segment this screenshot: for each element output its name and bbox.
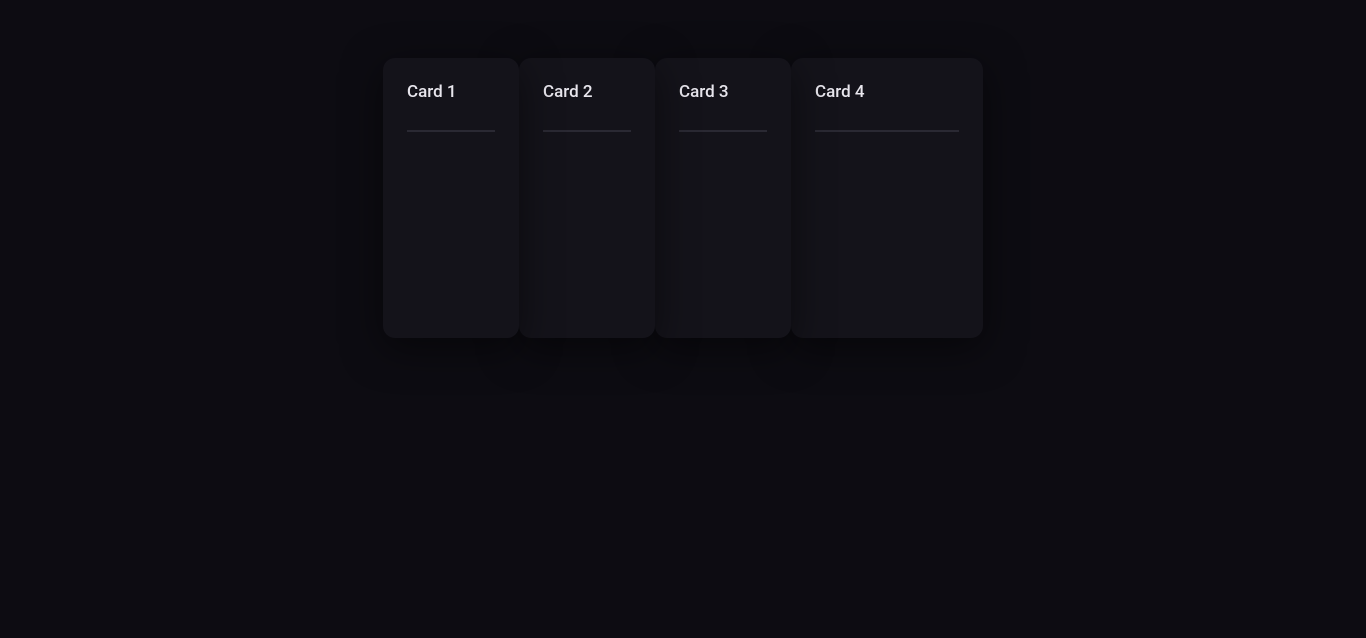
- card-1[interactable]: Card 1: [383, 58, 519, 338]
- card-title: Card 3: [679, 82, 767, 102]
- card-divider: [679, 130, 767, 132]
- card-divider: [407, 130, 495, 132]
- card-3[interactable]: Card 3: [655, 58, 791, 338]
- card-title: Card 4: [815, 82, 959, 102]
- card-container: Card 1 Card 2 Card 3 Card 4: [383, 58, 983, 338]
- card-title: Card 1: [407, 82, 495, 102]
- card-title: Card 2: [543, 82, 631, 102]
- card-2[interactable]: Card 2: [519, 58, 655, 338]
- card-4[interactable]: Card 4: [791, 58, 983, 338]
- card-divider: [543, 130, 631, 132]
- card-divider: [815, 130, 959, 132]
